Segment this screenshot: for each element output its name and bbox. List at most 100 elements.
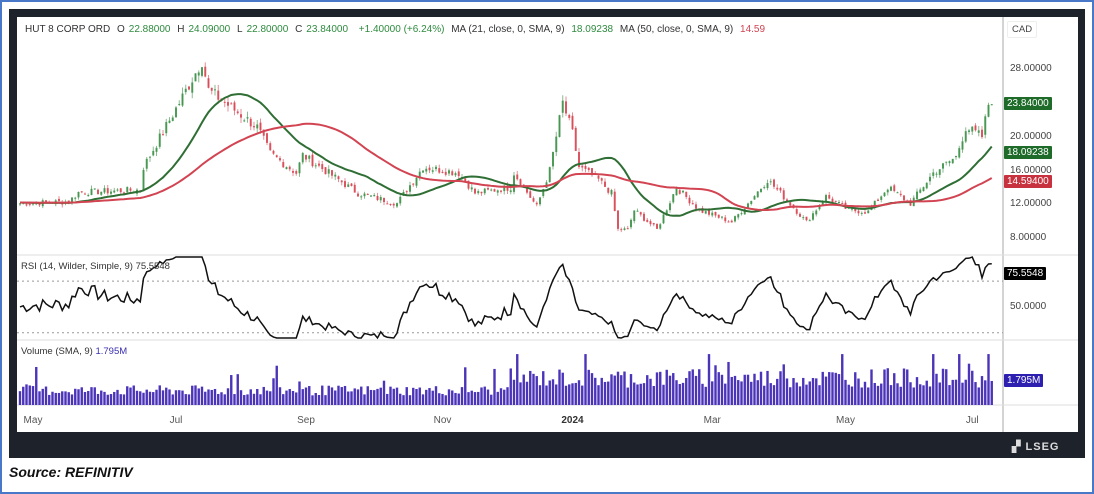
candle-body	[178, 103, 181, 105]
candle-body	[669, 203, 671, 211]
price-tick: 12.00000	[1010, 198, 1052, 209]
candle-body	[552, 152, 554, 167]
volume-bar	[405, 387, 408, 405]
volume-bar	[776, 378, 779, 405]
volume-bar	[639, 383, 642, 405]
volume-bar	[733, 375, 737, 405]
volume-bar	[581, 385, 584, 405]
candle-body	[292, 170, 294, 173]
volume-bar	[395, 387, 399, 405]
volume-bar	[837, 374, 841, 405]
volume-bar	[532, 373, 535, 405]
candle-body	[155, 147, 158, 152]
candle-body	[493, 189, 496, 192]
volume-bar	[928, 386, 932, 405]
candle-body	[532, 198, 535, 202]
candle-body	[223, 101, 226, 103]
change-value: +1.40000 (+6.24%)	[358, 24, 445, 35]
candle-body	[194, 73, 197, 82]
chart-panel[interactable]: HUT 8 CORP ORD O 22.88000 H 24.09000 L 22.8…	[17, 17, 1078, 432]
candle-body	[207, 78, 210, 88]
ma21-label[interactable]: MA (21, close, 0, SMA, 9)	[451, 24, 564, 35]
volume-bar	[681, 382, 685, 405]
volume-bar	[512, 379, 516, 405]
volume-bar	[685, 377, 688, 405]
candle-body	[760, 188, 762, 193]
volume-bar	[38, 391, 41, 405]
candle-body	[838, 201, 840, 203]
volume-bar	[779, 371, 782, 405]
candle-body	[321, 164, 324, 170]
volume-bar	[44, 386, 48, 405]
ma50-label[interactable]: MA (50, close, 0, SMA, 9)	[620, 24, 733, 35]
volume-bar	[93, 387, 96, 405]
time-tick: May	[836, 415, 855, 426]
candle-body	[305, 155, 307, 160]
rsi-value: 75.5548	[135, 261, 170, 272]
price-chart[interactable]	[17, 17, 1078, 432]
volume-bar	[473, 392, 477, 405]
candle-body	[25, 204, 28, 206]
volume-bar	[964, 379, 967, 405]
candle-body	[470, 187, 473, 190]
candle-body	[896, 192, 899, 194]
volume-bar	[327, 385, 330, 405]
volume-bar	[616, 371, 620, 405]
volume-bar	[464, 367, 467, 405]
candle-body	[740, 213, 743, 215]
candle-body	[396, 203, 398, 207]
volume-bar	[304, 387, 308, 405]
volume-bar	[844, 379, 847, 405]
candle-body	[357, 193, 359, 197]
candle-body	[308, 155, 311, 159]
volume-bar	[200, 386, 204, 405]
lseg-watermark: ▞ LSEG	[1012, 440, 1059, 453]
candle-body	[643, 213, 645, 221]
candle-body	[633, 210, 636, 222]
candle-body	[431, 170, 434, 172]
candle-body	[448, 170, 450, 174]
volume-bar	[743, 374, 746, 405]
candle-body	[535, 202, 538, 205]
candle-body	[233, 102, 236, 111]
candle-body	[152, 150, 155, 156]
volume-bar	[906, 369, 909, 405]
volume-bar	[945, 369, 948, 405]
candle-body	[116, 189, 119, 191]
volume-bar	[246, 394, 249, 405]
volume-bar	[152, 392, 155, 405]
candle-body	[74, 197, 77, 199]
candle-body	[441, 171, 444, 173]
volume-bar	[25, 384, 28, 405]
candle-body	[857, 210, 860, 214]
volume-bar	[620, 375, 623, 405]
candle-body	[955, 155, 957, 158]
volume-bar	[259, 394, 262, 405]
rsi-label[interactable]: RSI (14, Wilder, Simple, 9)	[21, 261, 133, 272]
time-tick: Nov	[433, 415, 452, 426]
candle-body	[581, 165, 584, 168]
volume-bar	[132, 385, 135, 405]
high-label: H	[177, 24, 185, 35]
volume-bar	[652, 385, 655, 405]
volume-bar	[317, 395, 321, 405]
volume-bar	[126, 386, 129, 405]
candle-body	[236, 111, 239, 114]
candle-body	[110, 191, 112, 194]
candle-body	[678, 190, 681, 194]
volume-label[interactable]: Volume (SMA, 9)	[21, 346, 93, 357]
volume-bar	[399, 393, 402, 405]
candle-body	[435, 166, 437, 170]
volume-bar	[337, 385, 340, 405]
candle-body	[103, 188, 106, 193]
candle-body	[360, 196, 363, 198]
candle-body	[77, 191, 80, 198]
volume-bar	[168, 389, 171, 405]
lseg-logo-icon: ▞	[1012, 441, 1026, 453]
candle-body	[201, 67, 203, 76]
candle-body	[613, 191, 616, 212]
candle-body	[711, 212, 714, 216]
currency-label[interactable]: CAD	[1007, 21, 1038, 38]
candle-body	[561, 100, 564, 113]
volume-bar	[626, 387, 629, 405]
